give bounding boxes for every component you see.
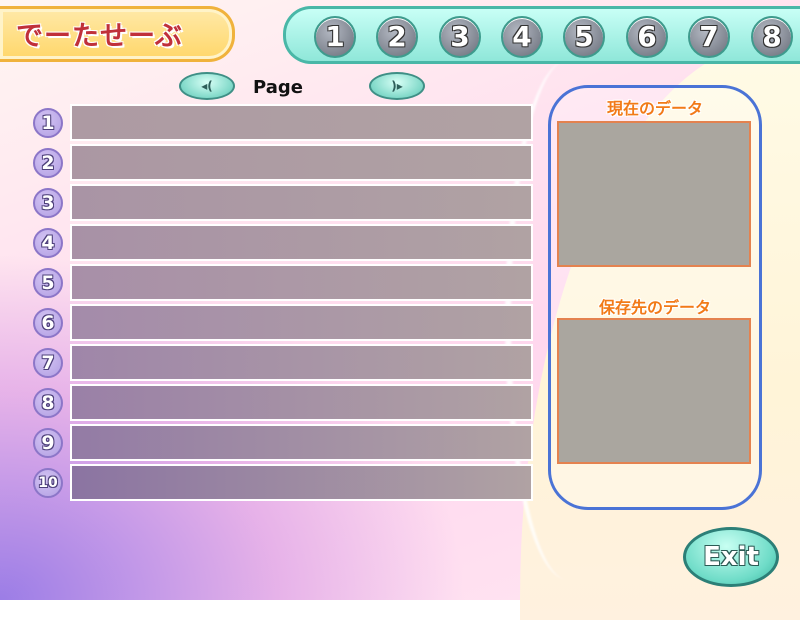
slot-button-1[interactable]: 1: [314, 16, 356, 58]
save-slot-row[interactable]: [70, 184, 533, 221]
row-number-4: 4: [33, 228, 63, 258]
save-slot-row[interactable]: [70, 384, 533, 421]
row-number-5: 5: [33, 268, 63, 298]
slot-button-2[interactable]: 2: [376, 16, 418, 58]
current-data-preview: [557, 121, 751, 267]
row-number-3: 3: [33, 188, 63, 218]
slot-button-4[interactable]: 4: [501, 16, 543, 58]
save-slot-row[interactable]: [70, 464, 533, 501]
save-slot-row[interactable]: [70, 304, 533, 341]
page-title: でーたせーぶ: [16, 21, 183, 52]
row-number-7: 7: [33, 348, 63, 378]
next-page-button[interactable]: )▸: [369, 72, 425, 100]
row-number-2: 2: [33, 148, 63, 178]
save-slot-row[interactable]: [70, 344, 533, 381]
slot-bar: 1 2 3 4 5 6 7 8: [283, 6, 800, 64]
title-tab: でーたせーぶ: [0, 6, 235, 62]
save-slot-row[interactable]: [70, 144, 533, 181]
current-data-label: 現在のデータ: [606, 99, 703, 118]
destination-data-preview: [557, 318, 751, 464]
save-slot-row[interactable]: [70, 104, 533, 141]
prev-page-button[interactable]: ◂(: [179, 72, 235, 100]
exit-button[interactable]: Exit: [683, 527, 779, 587]
slot-button-5[interactable]: 5: [563, 16, 605, 58]
slot-button-7[interactable]: 7: [688, 16, 730, 58]
row-number-8: 8: [33, 388, 63, 418]
page-label: Page: [253, 77, 303, 98]
slot-button-6[interactable]: 6: [626, 16, 668, 58]
slot-button-3[interactable]: 3: [439, 16, 481, 58]
row-number-6: 6: [33, 308, 63, 338]
row-number-9: 9: [33, 428, 63, 458]
save-slot-row[interactable]: [70, 424, 533, 461]
destination-data-label: 保存先のデータ: [598, 298, 711, 317]
row-number-1: 1: [33, 108, 63, 138]
save-slot-row[interactable]: [70, 264, 533, 301]
save-slot-row[interactable]: [70, 224, 533, 261]
row-number-10: 10: [33, 468, 63, 498]
slot-button-8[interactable]: 8: [751, 16, 793, 58]
